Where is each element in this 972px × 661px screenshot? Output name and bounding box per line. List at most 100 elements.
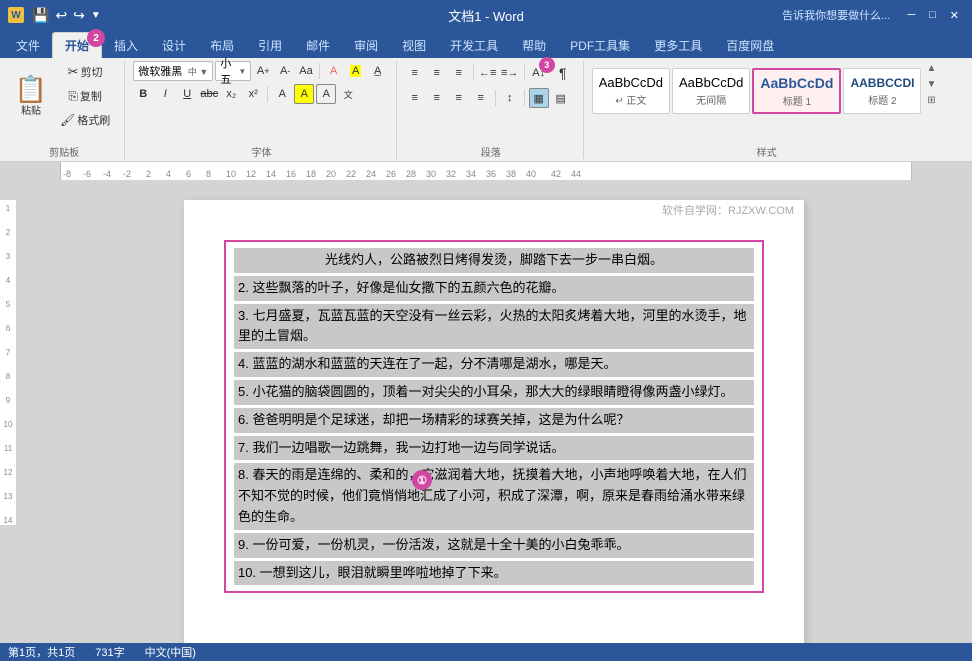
line-spacing-button[interactable]: ↕ (500, 88, 520, 108)
copy-label: 复制 (80, 88, 102, 104)
save-icon[interactable]: 💾 (30, 5, 51, 26)
tab-file[interactable]: 文件 (4, 32, 52, 58)
numbered-list-button[interactable]: ≡ (427, 63, 447, 83)
more-qa-icon[interactable]: ▼ (89, 8, 103, 23)
tab-baidu[interactable]: 百度网盘 (714, 32, 786, 58)
multilevel-list-button[interactable]: ≡ (449, 63, 469, 83)
minimize-btn[interactable]: ─ (902, 7, 920, 23)
undo-icon[interactable]: ↩ (53, 5, 69, 26)
tab-home[interactable]: 开始 2 (52, 32, 102, 58)
tab-design[interactable]: 设计 (150, 32, 198, 58)
decrease-font-button[interactable]: A- (275, 61, 295, 81)
styles-scroll-btns: ▲ ▼ ⊞ (923, 61, 939, 121)
style-heading2[interactable]: AABBCCDI 标题 2 (843, 68, 921, 114)
increase-indent-button[interactable]: ≡→ (500, 63, 520, 83)
highlight-btn[interactable]: A (346, 61, 366, 81)
website-watermark: 软件自学网：RJZXW.COM (662, 202, 794, 218)
increase-font-button[interactable]: A+ (253, 61, 273, 81)
help-search[interactable]: 告诉我你想要做什么... (782, 7, 890, 23)
tab-devtools[interactable]: 开发工具 (438, 32, 510, 58)
maximize-btn[interactable]: □ (924, 7, 941, 23)
tab-more-tools[interactable]: 更多工具 (642, 32, 714, 58)
paste-label: 粘贴 (21, 102, 41, 117)
vruler-13: 13 (0, 492, 16, 501)
subscript-button[interactable]: x₂ (221, 84, 241, 104)
cut-button[interactable]: ✂ 剪切 (54, 61, 116, 83)
styles-scroll-down[interactable]: ▼ (923, 77, 939, 91)
style-normal[interactable]: AaBbCcDd ↵ 正文 (592, 68, 670, 114)
ruler-label-2: 2 (146, 169, 151, 179)
ruler-label-8: 8 (206, 169, 211, 179)
doc-line-8: 8. 春天的雨是连绵的、柔和的，它滋润着大地，抚摸着大地，小声地呼唤着大地，在人… (234, 463, 754, 529)
doc-line-5: 5. 小花猫的脑袋圆圆的，顶着一对尖尖的小耳朵，那大大的绿眼睛瞪得像两盏小绿灯。 (234, 380, 754, 405)
align-left-button[interactable]: ≡ (405, 88, 425, 108)
justify-button[interactable]: ≡ (471, 88, 491, 108)
sort-badge: 3 (539, 57, 555, 73)
clipboard-group-label: 剪贴板 (49, 144, 79, 159)
italic-button[interactable]: I (155, 84, 175, 104)
tab-mailing[interactable]: 邮件 (294, 32, 342, 58)
align-center-button[interactable]: ≡ (427, 88, 447, 108)
tab-help[interactable]: 帮助 (510, 32, 558, 58)
tab-pdf-tools[interactable]: PDF工具集 (558, 32, 642, 58)
ruler-label-44: 44 (571, 169, 581, 179)
underline-button[interactable]: U (177, 84, 197, 104)
borders-button[interactable]: ▤ (551, 88, 571, 108)
horizontal-ruler[interactable]: -8 -6 -4 -2 2 4 6 8 10 12 14 16 18 20 22… (60, 162, 912, 180)
align-right-button[interactable]: ≡ (449, 88, 469, 108)
vruler-4: 4 (0, 276, 16, 285)
tab-references[interactable]: 引用 (246, 32, 294, 58)
doc-line-6: 6. 爸爸明明是个足球迷，却把一场精彩的球赛关掉，这是为什么呢？ (234, 408, 754, 433)
tab-view[interactable]: 视图 (390, 32, 438, 58)
paste-button[interactable]: 📋 粘贴 (10, 72, 52, 120)
style-heading1[interactable]: AaBbCcDd 标题 1 (752, 68, 841, 114)
ruler-label-6: 6 (186, 169, 191, 179)
char-border-button[interactable]: A (316, 84, 336, 104)
style-normal-label: ↵ 正文 (615, 92, 646, 107)
separator1 (319, 63, 320, 79)
ruler-label-neg4: -4 (103, 169, 111, 179)
style-normal-preview: AaBbCcDd (599, 75, 663, 90)
ruler-label-10: 10 (226, 169, 236, 179)
font-name-value: 微软雅黑 (138, 63, 182, 79)
close-btn[interactable]: ✕ (945, 7, 964, 24)
char-shading-button[interactable]: A (294, 84, 314, 104)
style-h2-label: 标题 2 (868, 92, 896, 107)
document-area[interactable]: 软件自学网：RJZXW.COM ① 光线灼人，公路被烈日烤得发烫，脚踏下去一步一… (16, 180, 972, 643)
clipboard-group: 📋 粘贴 ✂ 剪切 ⎘ 复制 🖌 格式刷 剪贴板 (4, 61, 125, 159)
strikethrough-button[interactable]: abc (199, 84, 219, 104)
superscript-button[interactable]: x² (243, 84, 263, 104)
font-size-selector[interactable]: 小五 ▼ (215, 61, 251, 81)
style-no-spacing[interactable]: AaBbCcDd 无间隔 (672, 68, 750, 114)
page-info: 第1页，共1页 (8, 644, 75, 660)
styles-scroll-up[interactable]: ▲ (923, 61, 939, 75)
font-clear-btn[interactable]: A̲ (368, 61, 388, 81)
paragraph-group: ≡ ≡ ≡ ←≡ ≡→ A↕ 3 ¶ ≡ ≡ ≡ ≡ ↕ (399, 61, 584, 159)
copy-button[interactable]: ⎘ 复制 (54, 85, 116, 107)
title-bar: W 💾 ↩ ↪ ▼ 文档1 - Word 告诉我你想要做什么... ─ □ ✕ (0, 0, 972, 30)
language: 中文(中国) (145, 644, 196, 660)
selected-region: 光线灼人，公路被烈日烤得发烫，脚踏下去一步一串白烟。 2. 这些飘落的叶子，好像… (224, 240, 764, 593)
font-case-btn[interactable]: Aa (297, 65, 314, 77)
vruler-5: 5 (0, 300, 16, 309)
bold-button[interactable]: B (133, 84, 153, 104)
format-painter-label: 格式刷 (77, 112, 110, 128)
decrease-indent-button[interactable]: ←≡ (478, 63, 498, 83)
text-effect-button[interactable]: A (272, 84, 292, 104)
sort-text-button[interactable]: A↕ 3 (529, 63, 549, 83)
redo-icon[interactable]: ↪ (71, 5, 87, 26)
font-color-btn[interactable]: A (324, 61, 344, 81)
annotation-1: ① (412, 470, 432, 490)
phonetic-button[interactable]: 文 (338, 84, 358, 104)
styles-expand[interactable]: ⊞ (923, 93, 939, 107)
bullet-list-button[interactable]: ≡ (405, 63, 425, 83)
doc-line-1: 光线灼人，公路被烈日烤得发烫，脚踏下去一步一串白烟。 (234, 248, 754, 273)
format-painter-button[interactable]: 🖌 格式刷 (54, 109, 116, 131)
tab-review[interactable]: 审阅 (342, 32, 390, 58)
format-painter-icon: 🖌 (60, 113, 75, 127)
shading-button[interactable]: ▦ (529, 88, 549, 108)
tab-insert[interactable]: 插入 (102, 32, 150, 58)
para-row1: ≡ ≡ ≡ ←≡ ≡→ A↕ 3 ¶ (405, 61, 575, 85)
font-name-selector[interactable]: 微软雅黑 中 ▼ (133, 61, 213, 81)
ruler-label-neg6: -6 (83, 169, 91, 179)
